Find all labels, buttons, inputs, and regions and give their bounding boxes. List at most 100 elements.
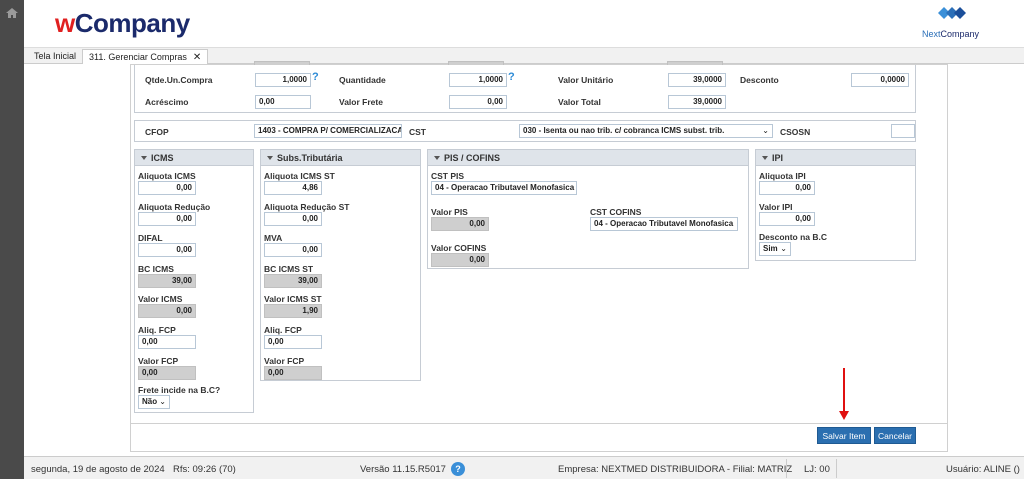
annotation-arrow-icon (839, 411, 849, 420)
icms-box: ICMS Aliquota ICMS 0,00 Aliquota Redução… (134, 149, 254, 413)
home-icon[interactable] (6, 8, 18, 18)
collapse-icon (434, 156, 440, 160)
ipi-header[interactable]: IPI (756, 150, 915, 166)
valor-frete-input[interactable]: 0,00 (449, 95, 507, 109)
st-aliq-fcp-label: Aliq. FCP (264, 325, 302, 335)
bc-icms-input: 39,00 (138, 274, 196, 288)
chevron-down-icon: ⌄ (762, 126, 769, 135)
action-bar-divider (131, 423, 947, 424)
help-icon[interactable]: ? (508, 71, 515, 83)
difal-label: DIFAL (138, 233, 163, 243)
cfop-label: CFOP (145, 127, 169, 137)
quantidade-label: Quantidade (339, 75, 386, 85)
aliquota-icms-label: Aliquota ICMS (138, 171, 196, 181)
mva-input[interactable]: 0,00 (264, 243, 322, 257)
status-divider (786, 459, 787, 478)
quantidade-input[interactable]: 1,0000 (449, 73, 507, 87)
desconto-input[interactable]: 0,0000 (851, 73, 909, 87)
valor-frete-label: Valor Frete (339, 97, 383, 107)
acrescimo-label: Acréscimo (145, 97, 189, 107)
aliquota-icms-st-input[interactable]: 4,86 (264, 181, 322, 195)
pis-cofins-box: PIS / COFINS CST PIS 04 - Operacao Tribu… (427, 149, 749, 269)
aliquota-ipi-input[interactable]: 0,00 (759, 181, 815, 195)
valor-total-label: Valor Total (558, 97, 601, 107)
main-content: Qtde.Un.Compra 1,0000 ? Quantidade 1,000… (24, 61, 1024, 456)
desconto-bc-label: Desconto na B.C (759, 232, 828, 242)
cfop-input[interactable]: 1403 - COMPRA P/ COMERCIALIZACAO (254, 124, 402, 138)
aliq-fcp-input[interactable]: 0,00 (138, 335, 196, 349)
subs-tributaria-header[interactable]: Subs.Tributária (261, 150, 420, 166)
valor-icms-st-label: Valor ICMS ST (264, 294, 322, 304)
acrescimo-input[interactable]: 0,00 (255, 95, 311, 109)
status-rfs: Rfs: 09:26 (70) (173, 464, 236, 475)
valor-cofins-input: 0,00 (431, 253, 489, 267)
cst-cofins-label: CST COFINS (590, 207, 642, 217)
aliquota-reducao-st-input[interactable]: 0,00 (264, 212, 322, 226)
status-empresa: Empresa: NEXTMED DISTRIBUIDORA - Filial:… (558, 464, 793, 475)
help-icon[interactable]: ? (451, 462, 465, 476)
collapse-icon (762, 156, 768, 160)
collapse-icon (141, 156, 147, 160)
save-item-button[interactable]: Salvar Item (817, 427, 871, 444)
valor-icms-input: 0,00 (138, 304, 196, 318)
cst-pis-input[interactable]: 04 - Operacao Tributavel Monofasica (431, 181, 577, 195)
qtde-un-compra-input[interactable]: 1,0000 (255, 73, 311, 87)
valor-ipi-label: Valor IPI (759, 202, 793, 212)
status-version: Versão 11.15.R5017 (360, 464, 446, 475)
aliq-fcp-label: Aliq. FCP (138, 325, 176, 335)
valor-total-input[interactable]: 39,0000 (668, 95, 726, 109)
valor-pis-label: Valor PIS (431, 207, 468, 217)
desconto-bc-select[interactable]: Sim ⌄ (759, 242, 791, 256)
bc-icms-st-label: BC ICMS ST (264, 264, 314, 274)
cst-select[interactable]: 030 - Isenta ou nao trib. c/ cobranca IC… (519, 124, 773, 138)
status-bar: segunda, 19 de agosto de 2024 Rfs: 09:26… (24, 456, 1024, 479)
bc-icms-st-input: 39,00 (264, 274, 322, 288)
bc-icms-label: BC ICMS (138, 264, 174, 274)
cst-label: CST (409, 127, 426, 137)
st-aliq-fcp-input[interactable]: 0,00 (264, 335, 322, 349)
ipi-box: IPI Aliquota IPI 0,00 Valor IPI 0,00 Des… (755, 149, 916, 261)
cst-pis-label: CST PIS (431, 171, 465, 181)
annotation-arrow-shaft (843, 368, 845, 413)
status-lj: LJ: 00 (804, 464, 830, 475)
tab-bar: Tela Inicial 311. Gerenciar Compras ✕ (24, 48, 1024, 64)
csosn-label: CSOSN (780, 127, 811, 137)
nextcompany-logo: NextCompany (922, 5, 984, 41)
tab-tela-inicial[interactable]: Tela Inicial (28, 49, 82, 64)
status-usuario[interactable]: Usuário: ALINE () (946, 464, 1020, 475)
valor-icms-st-input: 1,90 (264, 304, 322, 318)
cancel-button[interactable]: Cancelar (874, 427, 916, 444)
close-tab-icon[interactable]: ✕ (193, 52, 201, 63)
nextcompany-logo-mark-icon (938, 7, 966, 19)
aliquota-reducao-st-label: Aliquota Redução ST (264, 202, 350, 212)
chevron-down-icon: ⌄ (780, 244, 787, 253)
help-icon[interactable]: ? (312, 71, 319, 83)
left-rail (0, 0, 24, 479)
valor-unitario-input[interactable]: 39,0000 (668, 73, 726, 87)
pis-cofins-header[interactable]: PIS / COFINS (428, 150, 748, 166)
item-values-box: Qtde.Un.Compra 1,0000 ? Quantidade 1,000… (134, 65, 916, 113)
difal-input[interactable]: 0,00 (138, 243, 196, 257)
valor-cofins-label: Valor COFINS (431, 243, 487, 253)
st-valor-fcp-label: Valor FCP (264, 356, 305, 366)
fiscal-row: CFOP 1403 - COMPRA P/ COMERCIALIZACAO CS… (134, 120, 916, 142)
subs-tributaria-box: Subs.Tributária Aliquota ICMS ST 4,86 Al… (260, 149, 421, 381)
aliquota-icms-st-label: Aliquota ICMS ST (264, 171, 335, 181)
aliquota-reducao-input[interactable]: 0,00 (138, 212, 196, 226)
csosn-input[interactable] (891, 124, 915, 138)
chevron-down-icon: ⌄ (159, 397, 166, 406)
frete-bc-label: Frete incide na B.C? (138, 385, 221, 395)
aliquota-icms-input[interactable]: 0,00 (138, 181, 196, 195)
cst-cofins-input[interactable]: 04 - Operacao Tributavel Monofasica (590, 217, 738, 231)
item-form-panel: Qtde.Un.Compra 1,0000 ? Quantidade 1,000… (130, 61, 948, 452)
st-valor-fcp-input: 0,00 (264, 366, 322, 380)
tab-gerenciar-compras[interactable]: 311. Gerenciar Compras ✕ (82, 49, 209, 64)
valor-fcp-input: 0,00 (138, 366, 196, 380)
valor-icms-label: Valor ICMS (138, 294, 183, 304)
frete-bc-select[interactable]: Não ⌄ (138, 395, 170, 409)
collapse-icon (267, 156, 273, 160)
valor-ipi-input[interactable]: 0,00 (759, 212, 815, 226)
mva-label: MVA (264, 233, 283, 243)
qtde-un-compra-label: Qtde.Un.Compra (145, 75, 213, 85)
icms-header[interactable]: ICMS (135, 150, 253, 166)
